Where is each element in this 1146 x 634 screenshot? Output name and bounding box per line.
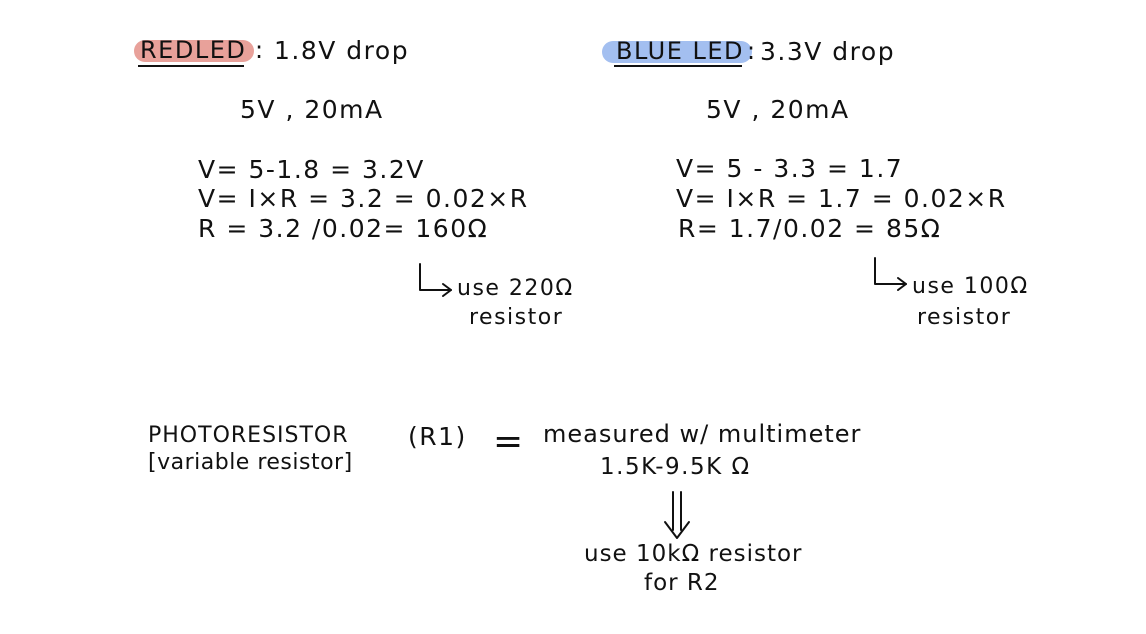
measured-text: measured w/ multimeter xyxy=(543,420,862,448)
blue-led-use-resistor: use 100Ω xyxy=(912,274,1029,299)
hook-right-arrow-icon xyxy=(874,257,907,291)
red-led-resistor-label: resistor xyxy=(469,305,564,330)
red-led-use-resistor: use 220Ω xyxy=(457,276,574,301)
blue-led-equation-2: V= I×R = 1.7 = 0.02×R xyxy=(676,184,1007,213)
blue-led-equation-3: R= 1.7/0.02 = 85Ω xyxy=(678,214,942,243)
use-10k-resistor: use 10kΩ resistor xyxy=(584,541,803,567)
r1-label: (R1) xyxy=(408,422,467,451)
blue-led-drop: 3.3V drop xyxy=(760,37,896,66)
for-r2-label: for R2 xyxy=(644,570,720,596)
hook-right-arrow-icon xyxy=(419,263,452,297)
resistance-range: 1.5K-9.5K Ω xyxy=(600,454,751,480)
double-down-arrow-icon xyxy=(664,491,690,539)
red-led-underline xyxy=(138,65,244,67)
blue-led-title: BLUE LED xyxy=(616,37,745,65)
red-led-supply: 5V , 20mA xyxy=(240,95,384,124)
blue-led-underline xyxy=(614,65,742,67)
blue-led-colon: : xyxy=(747,37,757,65)
red-led-title: REDLED xyxy=(140,36,247,64)
blue-led-resistor-label: resistor xyxy=(917,305,1012,330)
photoresistor-label: PHOTORESISTOR xyxy=(148,423,349,448)
red-led-equation-2: V= I×R = 3.2 = 0.02×R xyxy=(198,184,529,213)
red-led-equation-1: V= 5-1.8 = 3.2V xyxy=(198,155,425,184)
red-led-drop: 1.8V drop xyxy=(274,36,410,65)
blue-led-equation-1: V= 5 - 3.3 = 1.7 xyxy=(676,154,904,183)
equals-sign: = xyxy=(493,421,525,462)
red-led-equation-3: R = 3.2 /0.02= 160Ω xyxy=(198,214,489,243)
red-led-colon: : xyxy=(255,36,265,64)
blue-led-supply: 5V , 20mA xyxy=(706,95,850,124)
photoresistor-sublabel: [variable resistor] xyxy=(148,450,353,475)
